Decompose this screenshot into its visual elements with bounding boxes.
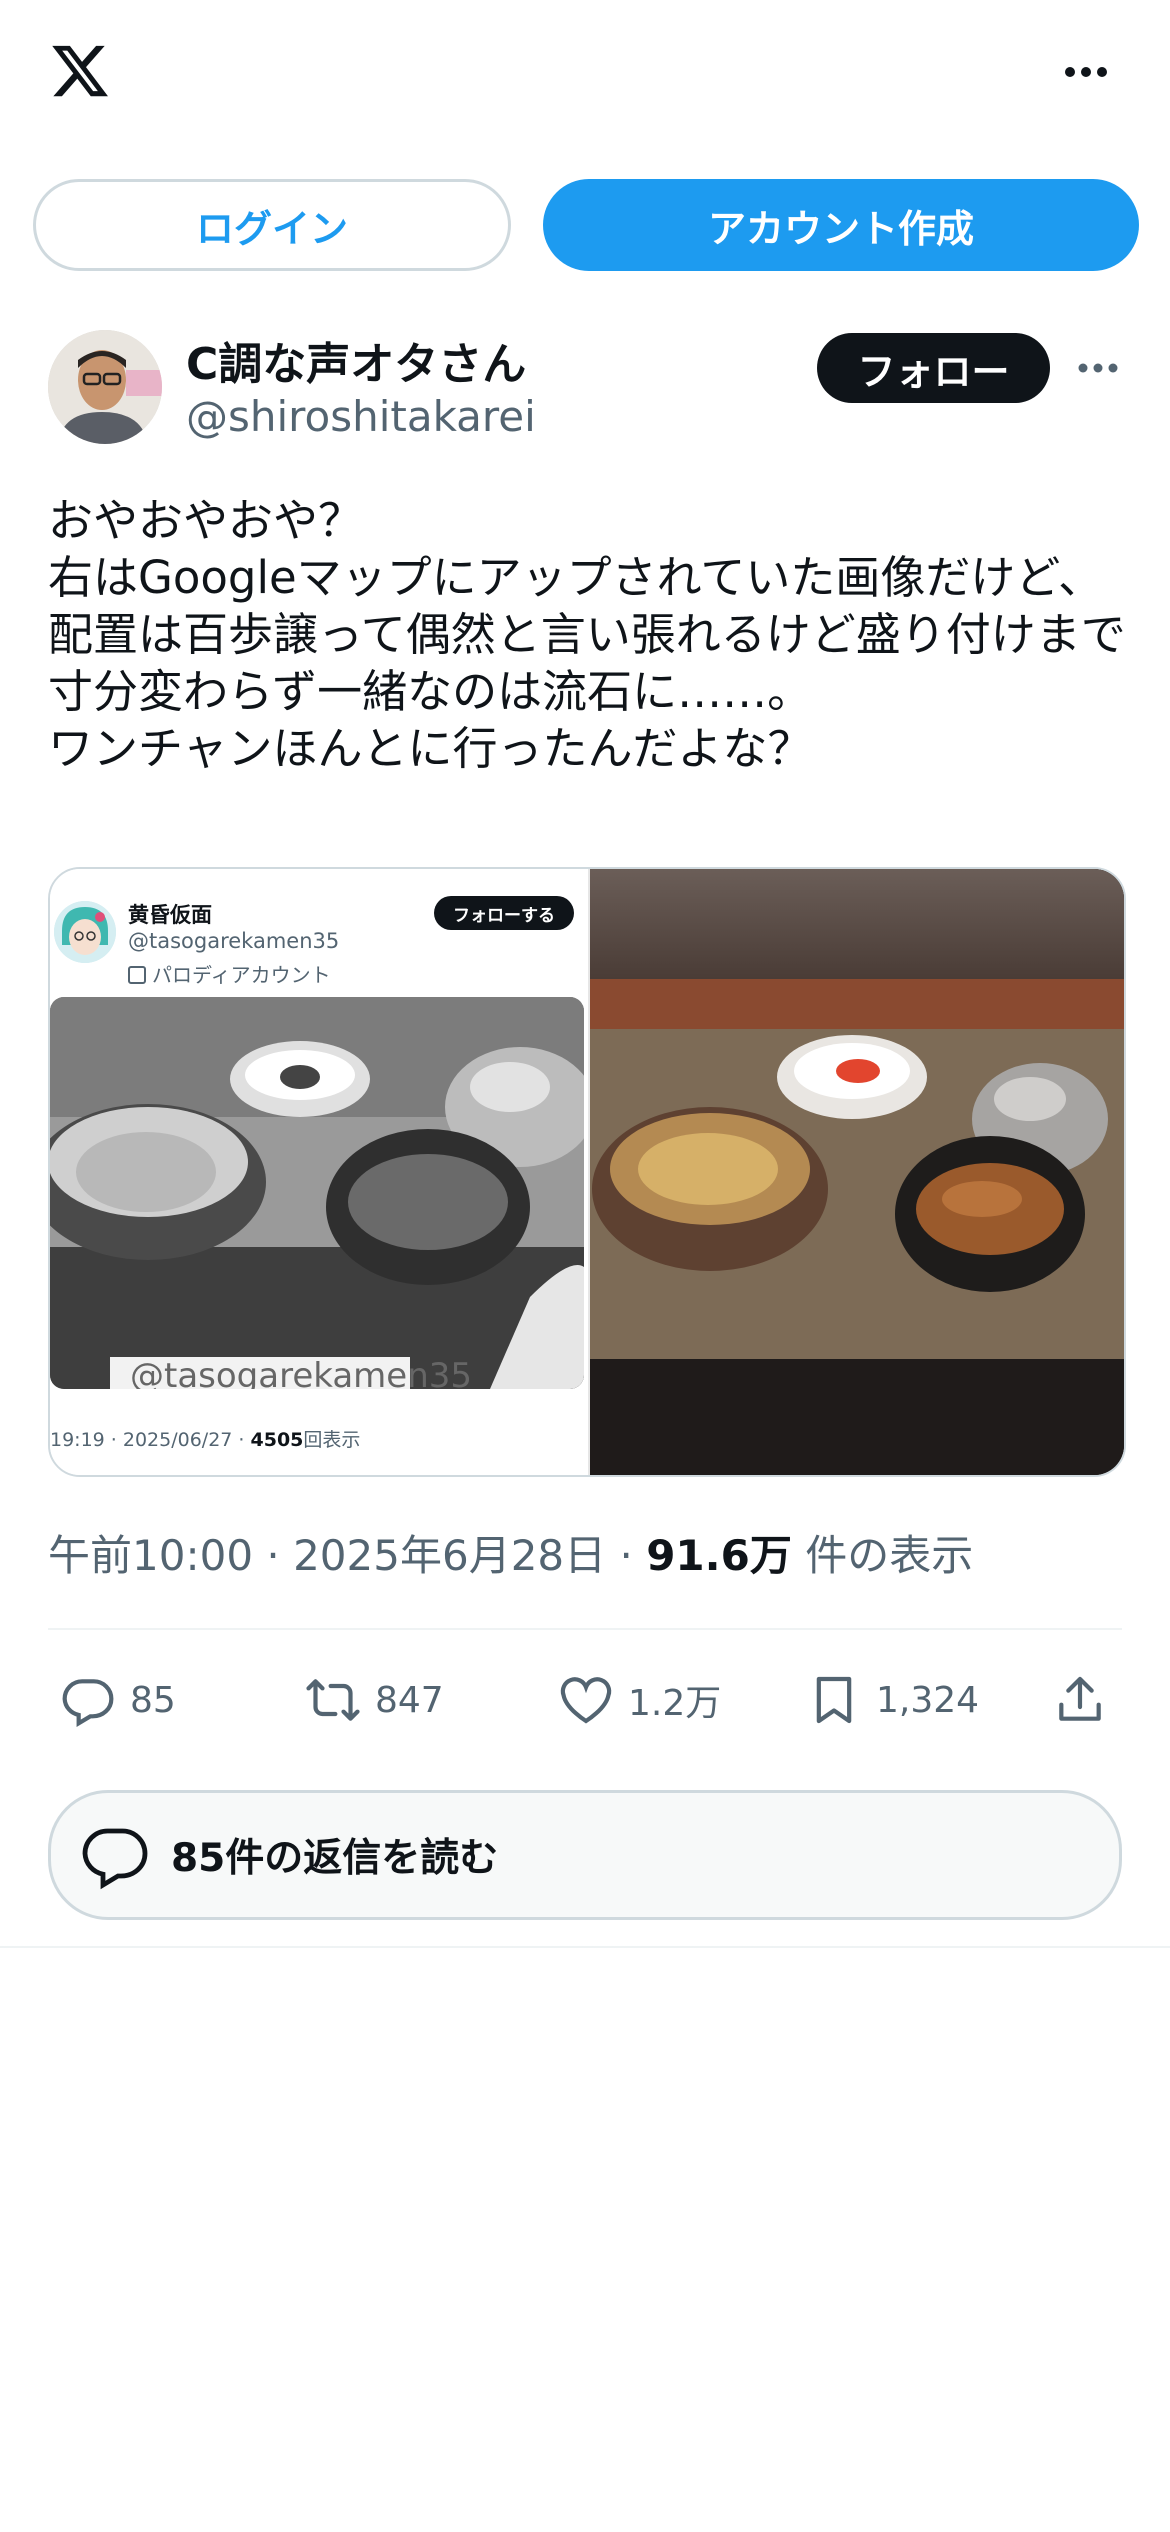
read-replies-button[interactable]: 85件の返信を読む [48,1790,1122,1920]
post-more-options-icon[interactable] [1077,358,1119,378]
bookmark-icon [816,1676,852,1724]
quoted-avatar [54,901,116,963]
quoted-photo-watermark: @tasogarekamen35 [130,1356,472,1389]
reply-icon [62,1679,114,1728]
retweet-count: 847 [375,1679,444,1721]
quoted-tweet-screenshot: 黄昏仮面 @tasogarekamen35 パロディアカウント フォローする @… [50,869,590,1475]
post-time: 午前10:00 · 2025年6月28日 · [48,1531,647,1580]
retweet-icon [306,1679,360,1721]
like-count: 1.2万 [628,1683,722,1724]
post-timestamp[interactable]: 午前10:00 · 2025年6月28日 · 91.6万 件の表示 [48,1522,973,1583]
post-views: 91.6万 [646,1531,792,1580]
divider [48,1628,1122,1630]
bookmark-count: 1,324 [876,1679,980,1721]
author-name[interactable]: C調な声オタさん [186,328,526,392]
quoted-views-suffix: 回表示 [303,1429,361,1451]
quoted-time: 19:19 · 2025/06/27 · [50,1429,251,1451]
quoted-views: 4505 [250,1429,304,1451]
quoted-handle: @tasogarekamen35 [128,929,340,953]
parody-label-text: パロディアカウント [152,963,331,987]
tweet-media[interactable]: 黄昏仮面 @tasogarekamen35 パロディアカウント フォローする @… [48,867,1126,1477]
reply-count: 85 [130,1679,176,1721]
tweet-text: おやおやおや？ 右はGoogleマップにアップされていた画像だけど、配置は百歩譲… [48,494,1126,775]
follow-button[interactable]: フォロー [817,333,1050,403]
avatar-photo [48,330,162,444]
reply-button[interactable]: 85 [60,1670,176,1730]
bookmark-button[interactable]: 1,324 [806,1670,979,1730]
author-avatar[interactable] [48,330,162,444]
divider [0,1946,1170,1948]
google-maps-food-photo [590,869,1124,1475]
parody-label: パロディアカウント [128,959,331,988]
read-replies-label: 85件の返信を読む [171,1836,499,1881]
more-options-icon[interactable] [1062,62,1110,82]
login-button[interactable]: ログイン [33,179,511,271]
quoted-food-photo-grayscale: @tasogarekamen35 [50,997,584,1389]
share-button[interactable] [1052,1670,1122,1730]
retweet-button[interactable]: 847 [305,1670,444,1730]
parody-badge-icon [128,966,146,984]
heart-icon [560,1677,612,1724]
share-icon [1059,1676,1101,1721]
post-views-suffix: 件の表示 [791,1531,974,1580]
quoted-meta: 19:19 · 2025/06/27 · 4505回表示 [50,1425,360,1452]
quoted-follow-button: フォローする [434,896,574,930]
author-handle[interactable]: @shiroshitakarei [186,392,536,441]
x-logo-icon[interactable] [46,40,114,102]
create-account-button[interactable]: アカウント作成 [543,179,1139,271]
quoted-name: 黄昏仮面 [128,903,212,927]
like-button[interactable]: 1.2万 [558,1670,721,1730]
reply-icon [82,1828,148,1890]
